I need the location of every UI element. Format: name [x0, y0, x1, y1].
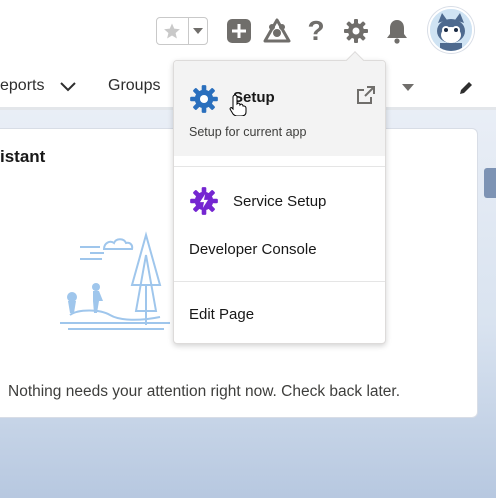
setup-menu-item[interactable]: Setup Setup for current app	[174, 61, 385, 156]
favorites-list-button[interactable]	[187, 18, 207, 44]
user-avatar-button[interactable]	[428, 7, 474, 53]
setup-subtitle: Setup for current app	[189, 125, 307, 139]
nav-item-groups[interactable]: Groups	[108, 77, 160, 95]
plus-icon	[227, 19, 251, 43]
help-button[interactable]: ?	[301, 16, 331, 46]
hand-cursor-icon	[229, 94, 247, 116]
help-icon: ?	[307, 15, 325, 46]
setup-menu-dropdown: Setup Setup for current app Service Setu…	[173, 51, 386, 344]
service-setup-gear-icon	[190, 187, 218, 215]
empty-state-message: Nothing needs your attention right now. …	[8, 383, 401, 400]
star-icon	[164, 23, 181, 39]
avatar	[430, 9, 472, 51]
setup-gear-icon	[190, 85, 218, 113]
bell-icon	[387, 20, 407, 44]
gear-icon	[344, 19, 368, 43]
card-title: istant	[0, 147, 46, 166]
pencil-icon[interactable]	[458, 80, 474, 96]
empty-state-illustration	[60, 231, 170, 330]
edit-page-menu-item[interactable]: Edit Page	[189, 306, 254, 323]
side-panel-handle[interactable]	[484, 168, 496, 198]
favorites-group	[156, 17, 208, 45]
menu-divider	[174, 281, 385, 282]
external-link-icon[interactable]	[356, 85, 376, 105]
favorites-star-button[interactable]	[157, 18, 188, 44]
global-actions-button[interactable]	[224, 16, 254, 46]
developer-console-menu-item[interactable]: Developer Console	[189, 241, 317, 258]
chevron-down-icon[interactable]	[60, 82, 76, 92]
more-caret-icon[interactable]	[402, 83, 414, 92]
nav-item-reports[interactable]: eports	[0, 77, 44, 95]
trailhead-icon	[263, 18, 291, 43]
setup-gear-button[interactable]	[341, 16, 371, 46]
menu-divider	[174, 166, 385, 167]
notifications-button[interactable]	[382, 16, 412, 46]
service-setup-menu-item[interactable]: Service Setup	[233, 193, 326, 210]
trailhead-button[interactable]	[262, 16, 292, 46]
global-header: ?	[0, 0, 496, 62]
chevron-down-icon	[192, 28, 203, 34]
